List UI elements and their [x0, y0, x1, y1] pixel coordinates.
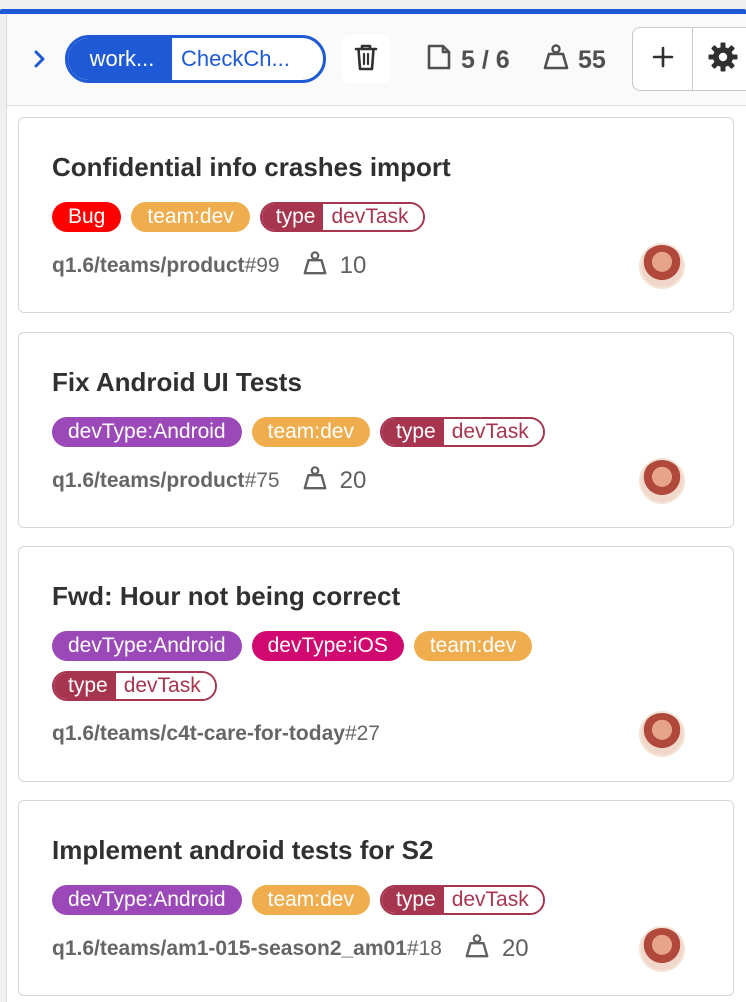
- label-scope-key: type: [382, 887, 444, 913]
- issue-reference[interactable]: q1.6/teams/product#75: [52, 469, 280, 493]
- label-team-dev[interactable]: team:dev: [413, 631, 533, 661]
- label-scope-value: devTask: [443, 887, 543, 913]
- chevron-right-icon[interactable]: [31, 48, 49, 70]
- issue-weight-value: 20: [339, 467, 367, 494]
- issues-count: 5 / 6: [425, 42, 510, 78]
- assignee-avatar[interactable]: [639, 458, 685, 504]
- issue-reference[interactable]: q1.6/teams/am1-015-season2_am01#18: [52, 937, 442, 961]
- issue-title[interactable]: Fwd: Hour not being correct: [52, 581, 400, 612]
- weight-icon: [302, 250, 328, 283]
- issue-number: #18: [406, 937, 442, 960]
- label-scope-key: type: [382, 419, 444, 445]
- label-devtype-android[interactable]: devType:Android: [52, 885, 242, 915]
- weight-icon: [542, 43, 570, 78]
- label-devtype-android[interactable]: devType:Android: [52, 631, 242, 661]
- gear-icon: [707, 41, 739, 78]
- label-list: Bug team:dev type devTask: [52, 202, 692, 232]
- issue-weight: 20: [464, 933, 529, 966]
- issue-reference[interactable]: q1.6/teams/c4t-care-for-today#27: [52, 722, 380, 746]
- assignee-avatar[interactable]: [639, 926, 685, 972]
- issue-meta: q1.6/teams/c4t-care-for-today#27: [52, 718, 380, 750]
- issue-card[interactable]: Fix Android UI Tests devType:Android tea…: [18, 332, 734, 528]
- issue-path: q1.6/teams/product: [52, 254, 245, 277]
- label-list: devType:Android devType:iOS team:dev typ…: [52, 631, 692, 701]
- assignee-avatar[interactable]: [639, 711, 685, 757]
- label-scope-value: devTask: [115, 673, 215, 699]
- label-team-dev[interactable]: team:dev: [251, 885, 370, 915]
- list-actions: [632, 27, 746, 91]
- label-scope-value: devTask: [323, 204, 423, 230]
- issue-weight: 10: [302, 250, 367, 283]
- issue-number: #99: [244, 254, 280, 277]
- issue-path: q1.6/teams/am1-015-season2_am01: [52, 937, 407, 960]
- add-issue-button[interactable]: [633, 28, 693, 90]
- label-type-devtask[interactable]: type devTask: [52, 671, 217, 701]
- issue-reference[interactable]: q1.6/teams/product#99: [52, 254, 280, 278]
- issue-title[interactable]: Confidential info crashes import: [52, 152, 451, 183]
- issue-number: #75: [244, 469, 280, 492]
- label-bug[interactable]: Bug: [52, 202, 122, 232]
- weight-total: 55: [542, 42, 606, 78]
- view-tabs: work... CheckCh...: [65, 35, 326, 83]
- issue-weight-value: 10: [339, 252, 367, 279]
- label-type-devtask[interactable]: type devTask: [380, 885, 545, 915]
- weight-icon: [464, 933, 490, 966]
- issues-icon: [425, 43, 453, 78]
- settings-button[interactable]: [693, 28, 746, 90]
- list-header: work... CheckCh... 5 / 6 55: [7, 14, 746, 106]
- issue-number: #27: [344, 722, 380, 745]
- issue-card[interactable]: Confidential info crashes import Bug tea…: [18, 117, 734, 313]
- issue-path: q1.6/teams/product: [52, 469, 245, 492]
- plus-icon: [652, 46, 674, 73]
- label-type-devtask[interactable]: type devTask: [259, 202, 425, 232]
- issue-path: q1.6/teams/c4t-care-for-today: [52, 722, 345, 745]
- tab-checkch[interactable]: CheckCh...: [170, 38, 323, 80]
- label-scope-key: type: [261, 204, 324, 230]
- issue-weight-value: 20: [501, 935, 529, 962]
- issue-meta: q1.6/teams/product#99 10: [52, 250, 366, 282]
- issue-title[interactable]: Implement android tests for S2: [52, 835, 433, 866]
- weight-icon: [302, 465, 328, 498]
- label-list: devType:Android team:dev type devTask: [52, 885, 692, 915]
- label-devtype-ios[interactable]: devType:iOS: [251, 631, 404, 661]
- issue-meta: q1.6/teams/am1-015-season2_am01#18 20: [52, 933, 529, 965]
- delete-button[interactable]: [342, 35, 390, 83]
- issue-card[interactable]: Implement android tests for S2 devType:A…: [18, 800, 734, 996]
- weight-total-value: 55: [578, 45, 606, 74]
- issue-weight: 20: [302, 465, 367, 498]
- issue-title[interactable]: Fix Android UI Tests: [52, 367, 302, 398]
- label-list: devType:Android team:dev type devTask: [52, 417, 692, 447]
- issues-count-value: 5 / 6: [461, 45, 510, 74]
- label-type-devtask[interactable]: type devTask: [380, 417, 545, 447]
- issue-meta: q1.6/teams/product#75 20: [52, 465, 366, 497]
- label-devtype-android[interactable]: devType:Android: [52, 417, 242, 447]
- issue-card[interactable]: Fwd: Hour not being correct devType:Andr…: [18, 546, 734, 782]
- label-scope-key: type: [54, 673, 116, 699]
- tab-work[interactable]: work...: [68, 38, 170, 80]
- label-team-dev[interactable]: team:dev: [131, 202, 250, 232]
- trash-icon: [353, 42, 379, 77]
- label-scope-value: devTask: [443, 419, 543, 445]
- assignee-avatar[interactable]: [639, 243, 685, 289]
- label-team-dev[interactable]: team:dev: [251, 417, 370, 447]
- board-list-panel: work... CheckCh... 5 / 6 55 Confidential…: [6, 14, 746, 1002]
